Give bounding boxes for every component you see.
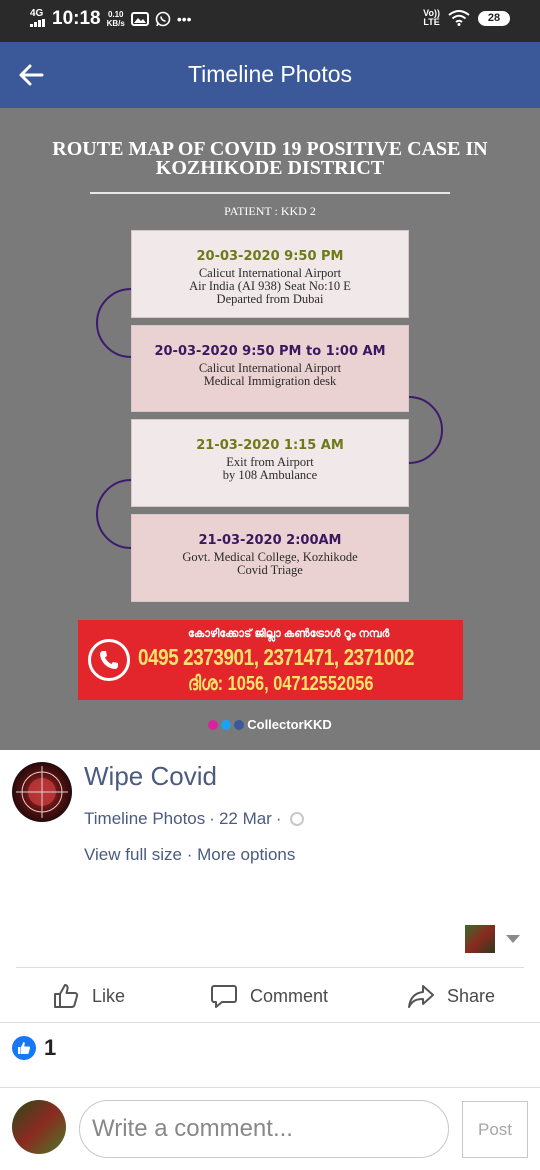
network-speed: 0.10 KB/s: [107, 10, 125, 28]
album-link[interactable]: Timeline Photos: [84, 809, 205, 829]
route-stop-4: 21-03-2020 2:00AM Govt. Medical College,…: [131, 514, 409, 602]
route-stop-1: 20-03-2020 9:50 PM Calicut International…: [131, 230, 409, 318]
lte-indicator: Vo)) LTE: [423, 9, 440, 27]
share-label: Share: [447, 985, 496, 1006]
network-indicator: 4G: [30, 7, 46, 30]
globe-icon: [289, 812, 304, 826]
helpline-numbers: 0495 2373901, 2371471, 2371002: [138, 644, 415, 670]
stop-detail: Covid Triage: [237, 563, 303, 577]
link-separator: ·: [186, 845, 193, 864]
more-options-link[interactable]: More options: [197, 845, 295, 864]
page-title: Timeline Photos: [187, 61, 353, 87]
poster-credit: CollectorKKD: [0, 717, 540, 732]
like-label: Like: [92, 985, 126, 1006]
post-meta: Timeline Photos · 22 Mar ·: [84, 809, 304, 829]
comment-input[interactable]: [79, 1100, 449, 1158]
stop-time: 20-03-2020 9:50 PM: [196, 249, 344, 264]
clock: 10:18: [52, 8, 101, 29]
battery-icon: 28: [478, 10, 510, 26]
chevron-down-icon[interactable]: [506, 935, 520, 943]
post-links: View full size · More options: [84, 845, 295, 865]
divider: [0, 1087, 540, 1088]
facebook-icon: [234, 719, 245, 730]
stop-time: 21-03-2020 1:15 AM: [196, 438, 344, 453]
wifi-icon: [448, 10, 470, 26]
comment-button[interactable]: Comment: [210, 982, 328, 1010]
battery-level: 28: [487, 12, 501, 24]
profile-selector-avatar[interactable]: [465, 925, 495, 953]
divider: [0, 1022, 540, 1023]
stop-detail: Medical Immigration desk: [203, 374, 337, 388]
stop-time: 21-03-2020 2:00AM: [198, 533, 342, 548]
route-stop-3: 21-03-2020 1:15 AM Exit from Airport by …: [131, 419, 409, 507]
signal-icon: [30, 18, 45, 27]
speed-value: 0.10: [107, 10, 124, 19]
disha-numbers: ദിശ: 1056, 04712552056: [188, 673, 374, 695]
like-reaction-icon: [12, 1036, 36, 1060]
timeline-photo[interactable]: ROUTE MAP OF COVID 19 POSITIVE CASE IN K…: [0, 108, 540, 750]
share-button[interactable]: Share: [407, 982, 495, 1010]
post-date[interactable]: 22 Mar: [219, 809, 272, 829]
comment-icon: [211, 985, 237, 1008]
page-name-link[interactable]: Wipe Covid: [84, 761, 217, 792]
stop-time: 20-03-2020 9:50 PM to 1:00 AM: [154, 344, 386, 359]
meta-separator: ·: [209, 809, 215, 828]
gallery-icon: [130, 12, 149, 26]
stop-detail: by 108 Ambulance: [222, 468, 318, 482]
status-right: Vo)) LTE 28: [423, 9, 510, 27]
virus-image: [16, 766, 68, 818]
instagram-icon: [208, 719, 219, 730]
user-avatar: [12, 1100, 66, 1154]
status-bar: 4G 10:18 0.10 KB/s ••• Vo)) LTE 28: [0, 0, 540, 42]
credit-label: CollectorKKD: [247, 717, 332, 732]
helpline-heading: കോഴിക്കോട് ജില്ലാ കൺട്രോൾ റൂം നമ്പർ: [188, 628, 390, 640]
view-full-size-link[interactable]: View full size: [84, 845, 182, 864]
more-dots-icon: •••: [176, 11, 192, 27]
speed-unit: KB/s: [106, 19, 125, 28]
page-avatar[interactable]: [12, 762, 72, 822]
reaction-count: 1: [44, 1035, 57, 1060]
helpline-banner: കോഴിക്കോട് ജില്ലാ കൺട്രോൾ റൂം നമ്പർ 0495…: [78, 620, 463, 700]
meta-separator: ·: [275, 809, 282, 828]
like-button[interactable]: Like: [52, 982, 125, 1010]
thumbs-up-icon: [54, 984, 79, 1008]
post-actions: Like Comment Share: [0, 972, 540, 1020]
divider: [16, 967, 524, 968]
route-stop-2: 20-03-2020 9:50 PM to 1:00 AM Calicut In…: [131, 325, 409, 412]
status-left: 4G 10:18 0.10 KB/s •••: [30, 8, 192, 30]
post-comment-button[interactable]: Post: [462, 1101, 528, 1158]
stop-detail: Departed from Dubai: [216, 292, 324, 306]
whatsapp-icon: [155, 11, 171, 27]
phone-icon: [88, 639, 130, 681]
comment-label: Comment: [250, 985, 329, 1006]
lte-label: LTE: [423, 17, 440, 27]
app-bar: Timeline Photos: [0, 42, 540, 108]
twitter-icon: [221, 719, 232, 730]
reaction-summary[interactable]: 1: [12, 1035, 56, 1061]
share-arrow-icon: [408, 985, 434, 1008]
network-type: 4G: [30, 7, 44, 19]
